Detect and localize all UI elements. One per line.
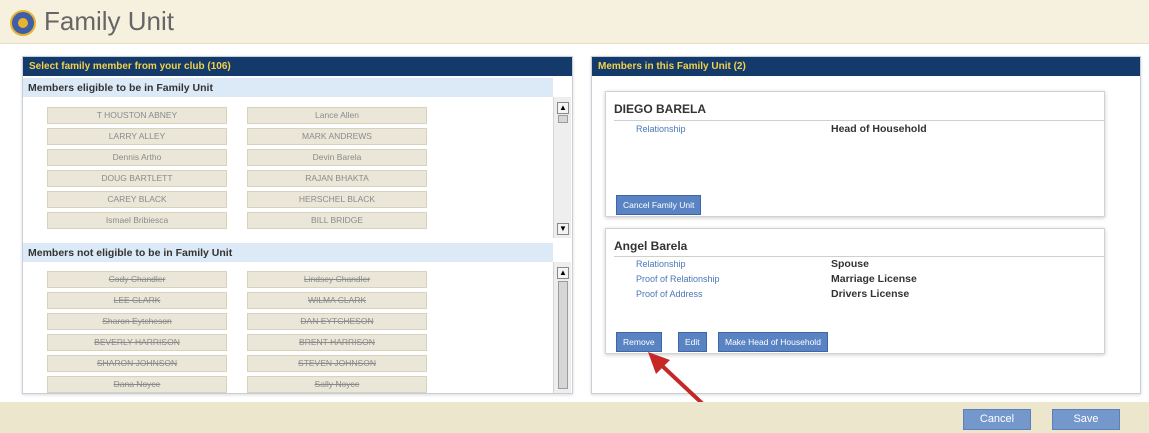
relationship-label: Relationship (636, 124, 686, 134)
ineligible-member-button: SHARON JOHNSON (47, 355, 227, 372)
proof-of-relationship-label: Proof of Relationship (636, 274, 720, 284)
eligible-member-button[interactable]: Devin Barela (247, 149, 427, 166)
relationship-label: Relationship (636, 259, 686, 269)
eligible-heading: Members eligible to be in Family Unit (23, 78, 553, 97)
footer-bar: Cancel Save (0, 402, 1149, 433)
eligible-member-button[interactable]: DOUG BARTLETT (47, 170, 227, 187)
select-member-panel: Select family member from your club (106… (22, 56, 573, 394)
ineligible-member-button: BRENT HARRISON (247, 334, 427, 351)
divider (614, 256, 1104, 257)
not-eligible-grid: Cody Chandler Lindsey Chandler LEE CLARK WI… (47, 271, 427, 393)
eligible-member-button[interactable]: Ismael Bribiesca (47, 212, 227, 229)
save-button[interactable]: Save (1052, 409, 1120, 430)
ineligible-member-button: DAN EYTCHESON (247, 313, 427, 330)
ineligible-member-button: Sally Noyce (247, 376, 427, 393)
proof-of-address-value: Drivers License (831, 288, 910, 300)
eligible-member-button[interactable]: BILL BRIDGE (247, 212, 427, 229)
ineligible-member-button: Sharon Eytcheson (47, 313, 227, 330)
eligible-list[interactable]: T HOUSTON ABNEY Lance Allen LARRY ALLEY MAR… (23, 97, 553, 238)
scroll-up-icon[interactable]: ▲ (557, 102, 569, 114)
family-unit-members-panel: Members in this Family Unit (2) DIEGO BA… (591, 56, 1141, 394)
eligible-member-button[interactable]: MARK ANDREWS (247, 128, 427, 145)
ineligible-member-button: STEVEN JOHNSON (247, 355, 427, 372)
eligible-grid: T HOUSTON ABNEY Lance Allen LARRY ALLEY MAR… (47, 107, 427, 229)
family-unit-members-title: Members in this Family Unit (2) (592, 57, 1140, 76)
not-eligible-scrollbar[interactable]: ▲ (553, 262, 571, 393)
ineligible-member-button: Lindsey Chandler (247, 271, 427, 288)
proof-of-address-label: Proof of Address (636, 289, 703, 299)
member-name: Angel Barela (614, 239, 688, 253)
cancel-button[interactable]: Cancel (963, 409, 1031, 430)
scroll-thumb[interactable] (558, 115, 568, 123)
ineligible-member-button: Dana Noyce (47, 376, 227, 393)
ineligible-member-button: WILMA CLARK (247, 292, 427, 309)
eligible-scrollbar[interactable]: ▲ ▼ (553, 97, 571, 238)
scroll-up-icon[interactable]: ▲ (557, 267, 569, 279)
ineligible-member-button: Cody Chandler (47, 271, 227, 288)
eligible-member-button[interactable]: HERSCHEL BLACK (247, 191, 427, 208)
member-name: DIEGO BARELA (614, 102, 707, 116)
divider (614, 120, 1104, 121)
eligible-member-button[interactable]: Dennis Artho (47, 149, 227, 166)
scroll-thumb[interactable] (558, 281, 568, 389)
eligible-member-button[interactable]: T HOUSTON ABNEY (47, 107, 227, 124)
page-title: Family Unit (44, 6, 175, 36)
not-eligible-heading: Members not eligible to be in Family Uni… (23, 243, 553, 262)
relationship-value: Spouse (831, 258, 869, 270)
page-header: Family Unit (0, 0, 1149, 44)
not-eligible-list[interactable]: Cody Chandler Lindsey Chandler LEE CLARK WI… (23, 262, 553, 393)
member-card-head: DIEGO BARELA Relationship Head of Househ… (605, 91, 1105, 217)
ineligible-member-button: BEVERLY HARRISON (47, 334, 227, 351)
lions-club-logo-icon (10, 10, 36, 36)
ineligible-member-button: LEE CLARK (47, 292, 227, 309)
eligible-member-button[interactable]: LARRY ALLEY (47, 128, 227, 145)
cancel-family-unit-button[interactable]: Cancel Family Unit (616, 195, 702, 215)
member-card-spouse: Angel Barela Relationship Spouse Proof o… (605, 228, 1105, 354)
relationship-value: Head of Household (831, 123, 927, 135)
eligible-member-button[interactable]: CAREY BLACK (47, 191, 227, 208)
proof-of-relationship-value: Marriage License (831, 273, 917, 285)
scroll-down-icon[interactable]: ▼ (557, 223, 569, 235)
eligible-member-button[interactable]: Lance Allen (247, 107, 427, 124)
select-member-panel-title: Select family member from your club (106… (23, 57, 572, 76)
eligible-member-button[interactable]: RAJAN BHAKTA (247, 170, 427, 187)
make-head-of-household-button[interactable]: Make Head of Household (718, 332, 828, 352)
